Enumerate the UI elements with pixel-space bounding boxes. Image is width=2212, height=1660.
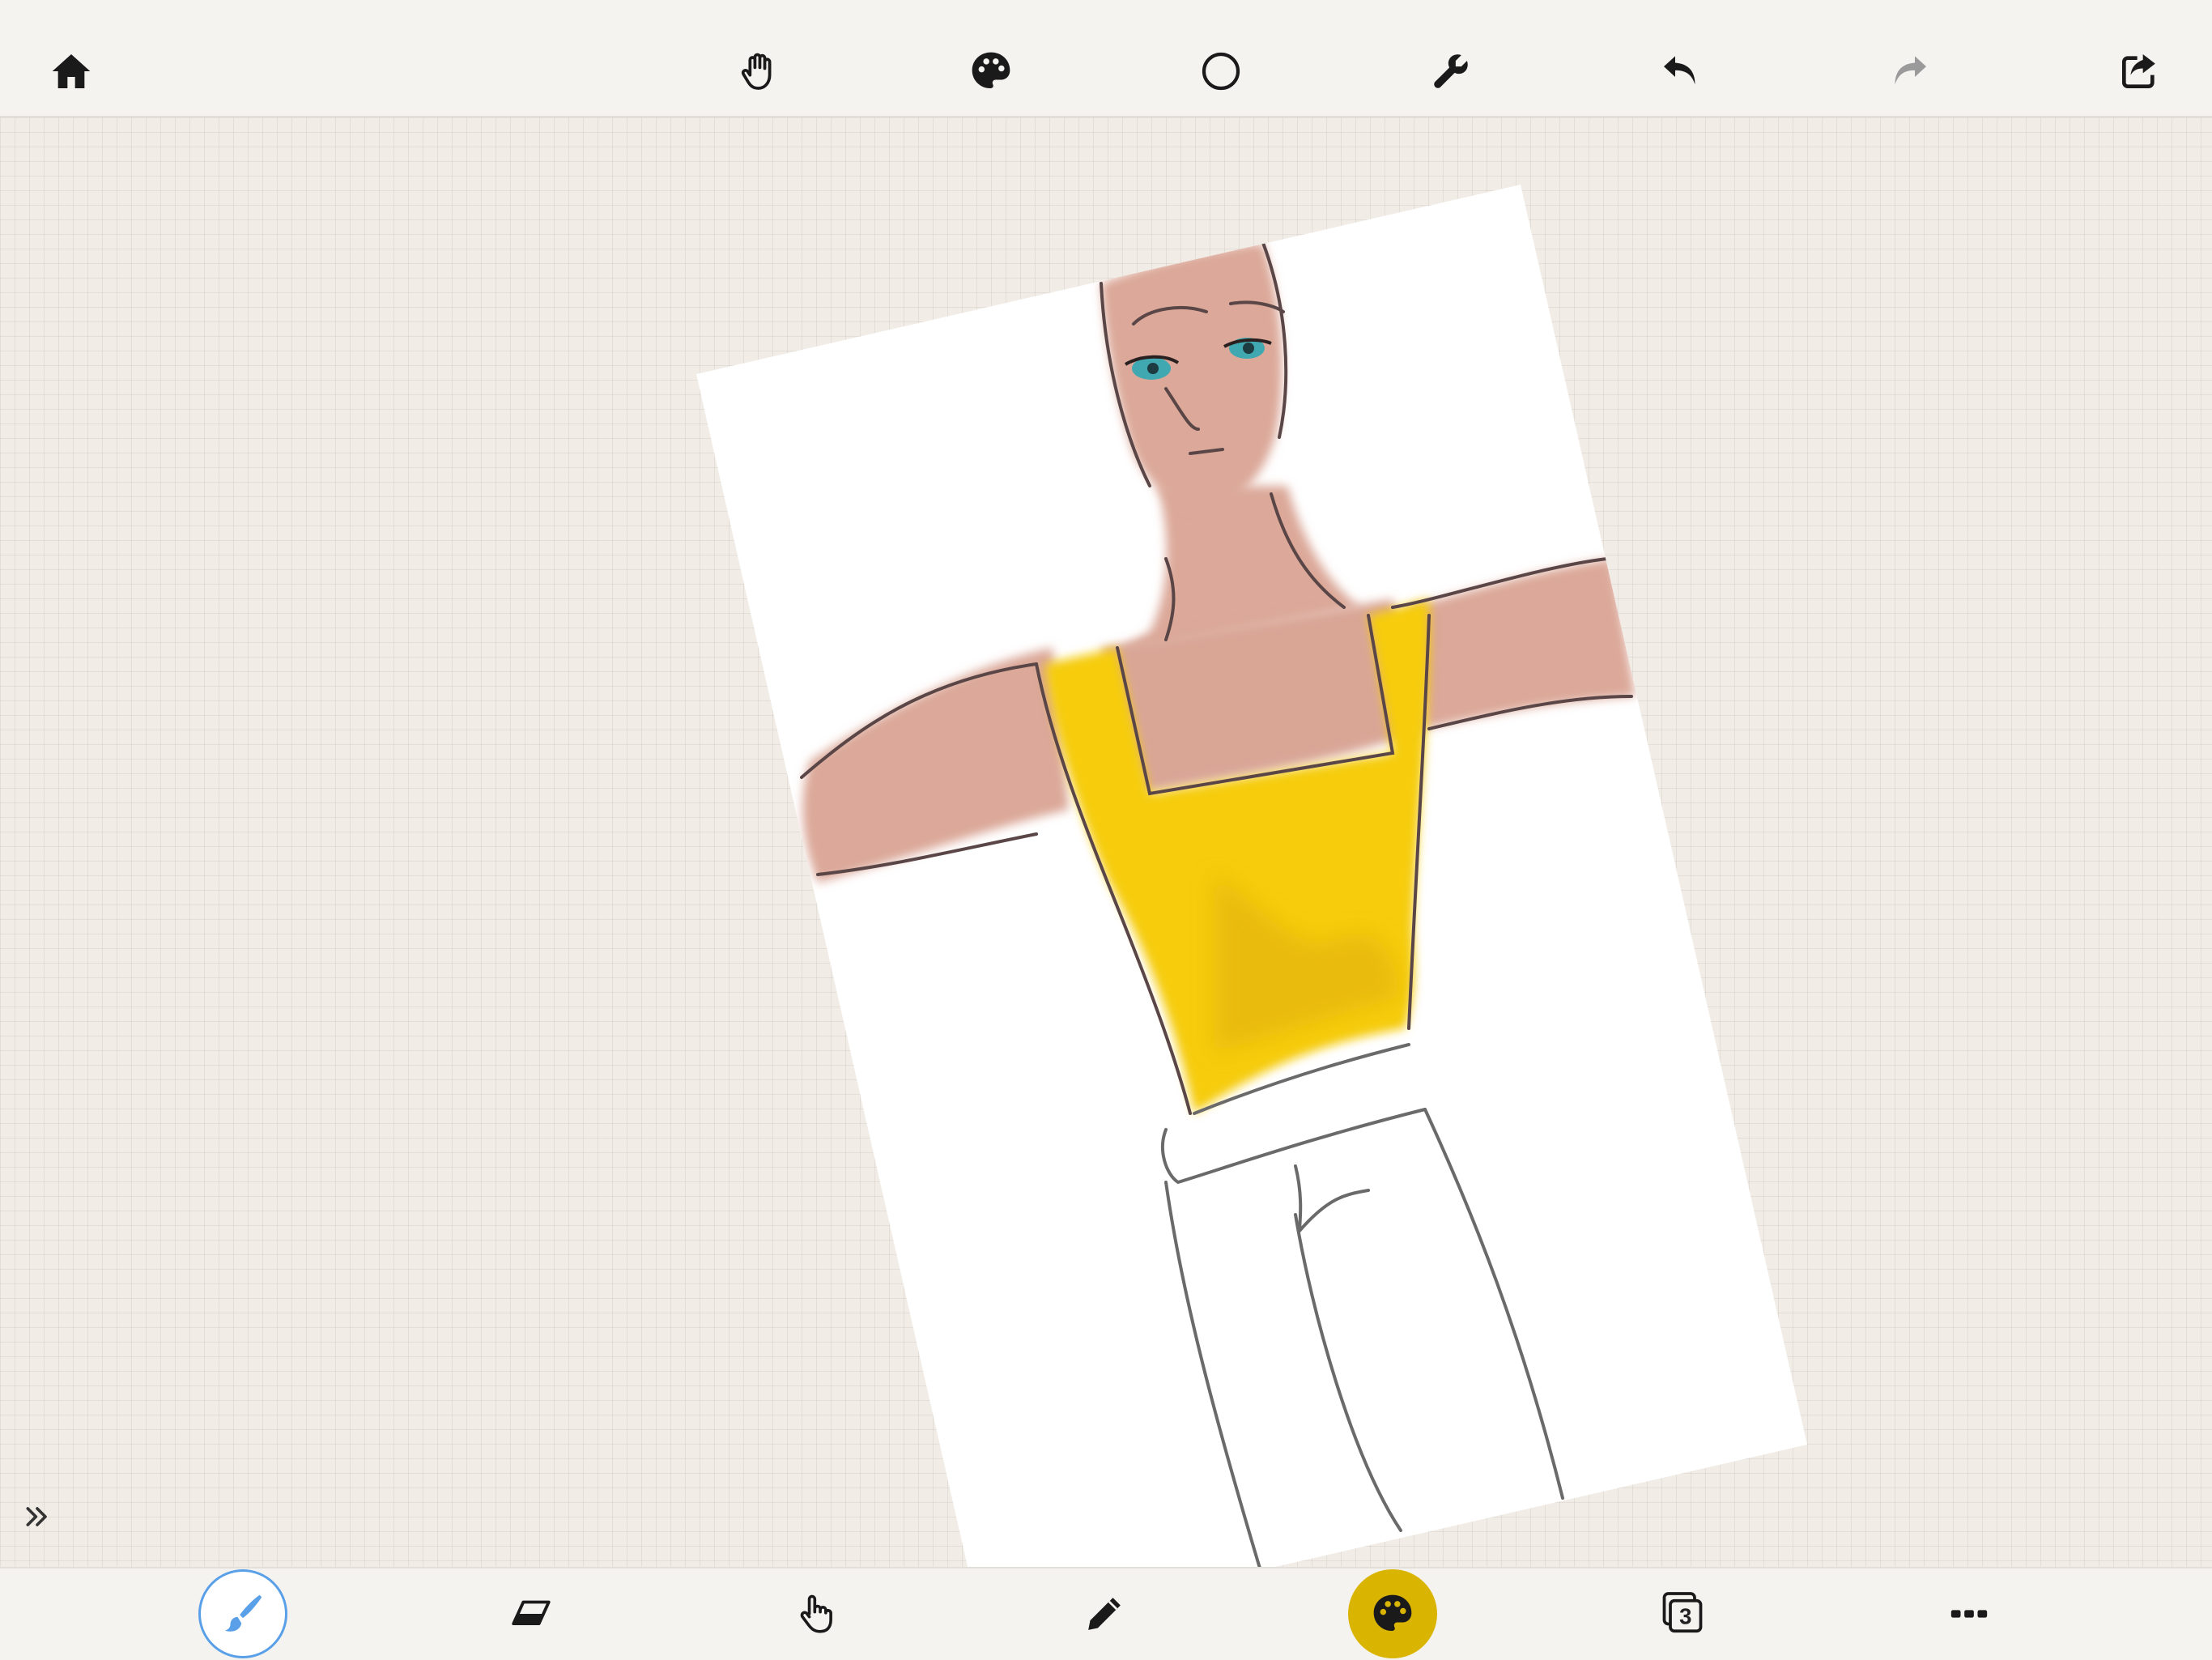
redo-icon	[1895, 56, 1926, 85]
home-icon	[52, 54, 91, 88]
sidebar-toggle-button[interactable]	[15, 1494, 60, 1539]
finger-icon	[800, 1594, 832, 1633]
circle-icon	[1202, 52, 1240, 91]
palette-icon	[972, 52, 1010, 88]
undo-icon	[1664, 56, 1695, 85]
shape-button[interactable]	[1185, 35, 1257, 108]
hand-icon	[741, 53, 772, 90]
pencil-icon	[1088, 1598, 1121, 1630]
home-button[interactable]	[35, 35, 108, 108]
more-button[interactable]	[1925, 1569, 2014, 1658]
redo-button[interactable]	[1873, 35, 1946, 108]
pan-button[interactable]	[723, 35, 796, 108]
smudge-tool-button[interactable]	[772, 1569, 861, 1658]
top-toolbar	[0, 0, 2212, 117]
eraser-icon	[512, 1600, 551, 1626]
brush-tool-button[interactable]	[198, 1569, 287, 1658]
more-icon	[1950, 1610, 1988, 1618]
share-button[interactable]	[2103, 35, 2176, 108]
layers-icon: 3	[1662, 1592, 1703, 1633]
share-icon	[2122, 54, 2155, 88]
undo-button[interactable]	[1644, 35, 1717, 108]
double-chevron-right-icon	[26, 1507, 47, 1526]
color-picker-button[interactable]	[1348, 1569, 1437, 1658]
drawing-canvas[interactable]	[0, 117, 2212, 1567]
workspace[interactable]	[0, 117, 2212, 1567]
color-button[interactable]	[955, 35, 1027, 108]
settings-button[interactable]	[1414, 35, 1487, 108]
brush-icon	[225, 1594, 262, 1632]
palette-icon	[1373, 1594, 1412, 1631]
bottom-toolbar: 3	[0, 1567, 2212, 1660]
layers-button[interactable]: 3	[1638, 1569, 1727, 1658]
layers-count: 3	[1679, 1604, 1691, 1629]
pencil-tool-button[interactable]	[1060, 1569, 1149, 1658]
eraser-tool-button[interactable]	[487, 1569, 576, 1658]
wrench-icon	[1434, 54, 1468, 88]
